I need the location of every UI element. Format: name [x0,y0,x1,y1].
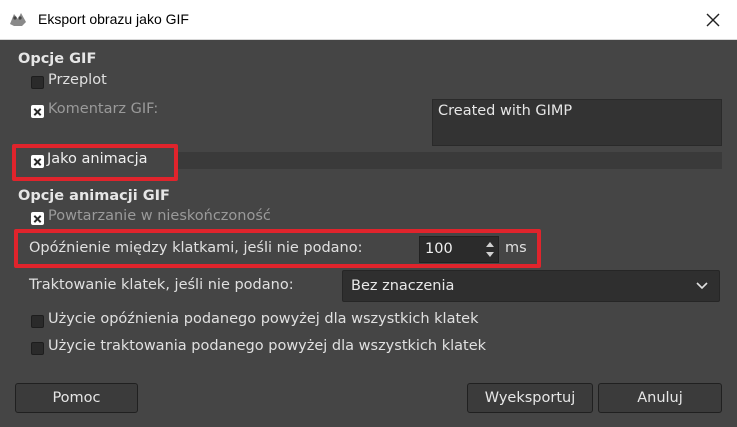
cancel-button[interactable]: Anuluj [598,383,722,413]
as-animation-label: Jako animacja [47,151,148,167]
use-delay-all-label: Użycie opóźnienia podanego powyżej dla w… [48,311,479,327]
use-disposal-all-checkbox[interactable] [31,342,44,355]
delay-label: Opóźnienie między klatkami, jeśli nie po… [29,240,363,256]
use-delay-all-checkbox[interactable] [31,315,44,328]
delay-spinbox[interactable]: 100 [419,236,499,263]
disposal-label: Traktowanie klatek, jeśli nie podano: [29,277,294,293]
delay-value: 100 [425,241,453,257]
disposal-combo[interactable]: Bez znaczenia [342,270,720,302]
help-button[interactable]: Pomoc [15,383,138,413]
animation-separator [178,152,722,169]
loop-label: Powtarzanie w nieskończoność [48,208,271,224]
window-title: Eksport obrazu jako GIF [38,11,189,27]
comment-checkbox[interactable] [31,105,44,118]
interlace-checkbox[interactable] [31,76,44,89]
animation-options-heading: Opcje animacji GIF [18,188,170,204]
spin-down-icon[interactable] [486,252,494,257]
comment-textarea[interactable]: Created with GIMP [432,99,722,146]
delay-unit: ms [505,240,527,256]
spin-up-icon[interactable] [486,242,494,247]
dialog-content: Opcje GIF Przeplot Komentarz GIF: Create… [0,40,737,427]
gimp-app-icon [10,13,26,26]
loop-checkbox[interactable] [31,212,44,225]
close-icon[interactable] [701,8,725,32]
comment-label: Komentarz GIF: [48,101,159,117]
comment-text: Created with GIMP [438,103,573,119]
as-animation-checkbox[interactable] [31,155,44,168]
interlace-label: Przeplot [48,72,107,88]
title-bar: Eksport obrazu jako GIF [0,0,737,40]
chevron-down-icon [696,282,708,290]
gif-options-heading: Opcje GIF [18,51,97,67]
disposal-value: Bez znaczenia [351,278,455,294]
use-disposal-all-label: Użycie traktowania podanego powyżej dla … [48,338,487,354]
export-button[interactable]: Wyeksportuj [467,383,593,413]
